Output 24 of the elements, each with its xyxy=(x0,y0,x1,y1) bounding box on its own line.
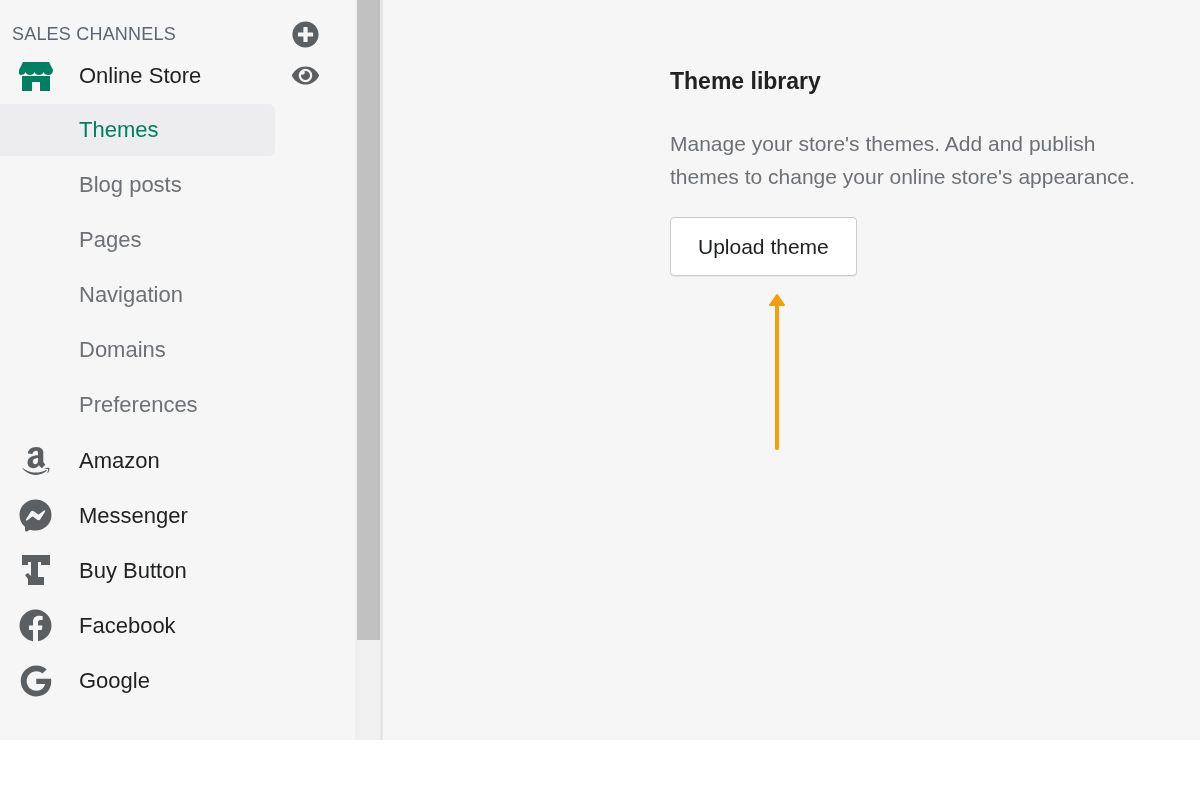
section-title: Theme library xyxy=(670,68,822,95)
submenu-item[interactable]: Domains xyxy=(0,324,275,376)
channel-item[interactable]: Messenger xyxy=(79,502,188,529)
submenu-item[interactable]: Navigation xyxy=(0,269,275,321)
storefront-icon xyxy=(18,60,53,91)
channel-item[interactable]: Google xyxy=(79,667,150,694)
channel-item[interactable]: Facebook xyxy=(79,612,176,639)
submenu-item[interactable]: Pages xyxy=(0,214,275,266)
google-icon xyxy=(19,664,52,697)
upload-button[interactable]: Upload theme xyxy=(670,217,857,276)
section-description: Manage your store's themes. Add and publish themes to change your online store's appearance. xyxy=(670,131,1137,190)
hand-pointer-icon xyxy=(19,554,52,587)
messenger-icon xyxy=(19,499,52,532)
add-icon[interactable] xyxy=(292,20,319,48)
channel-item[interactable]: Buy Button xyxy=(79,557,187,584)
submenu-item[interactable]: Themes xyxy=(0,104,275,156)
scrollbar[interactable] xyxy=(355,0,383,740)
submenu-item[interactable]: Blog posts xyxy=(0,159,275,211)
scrollbar-thumb[interactable] xyxy=(357,0,380,640)
submenu-item[interactable]: Preferences xyxy=(0,379,275,431)
channel-item[interactable]: Online Store xyxy=(79,62,202,89)
section-heading: SALES CHANNELS xyxy=(12,23,176,45)
facebook-icon xyxy=(19,609,52,642)
channel-item[interactable]: Amazon xyxy=(79,447,160,474)
